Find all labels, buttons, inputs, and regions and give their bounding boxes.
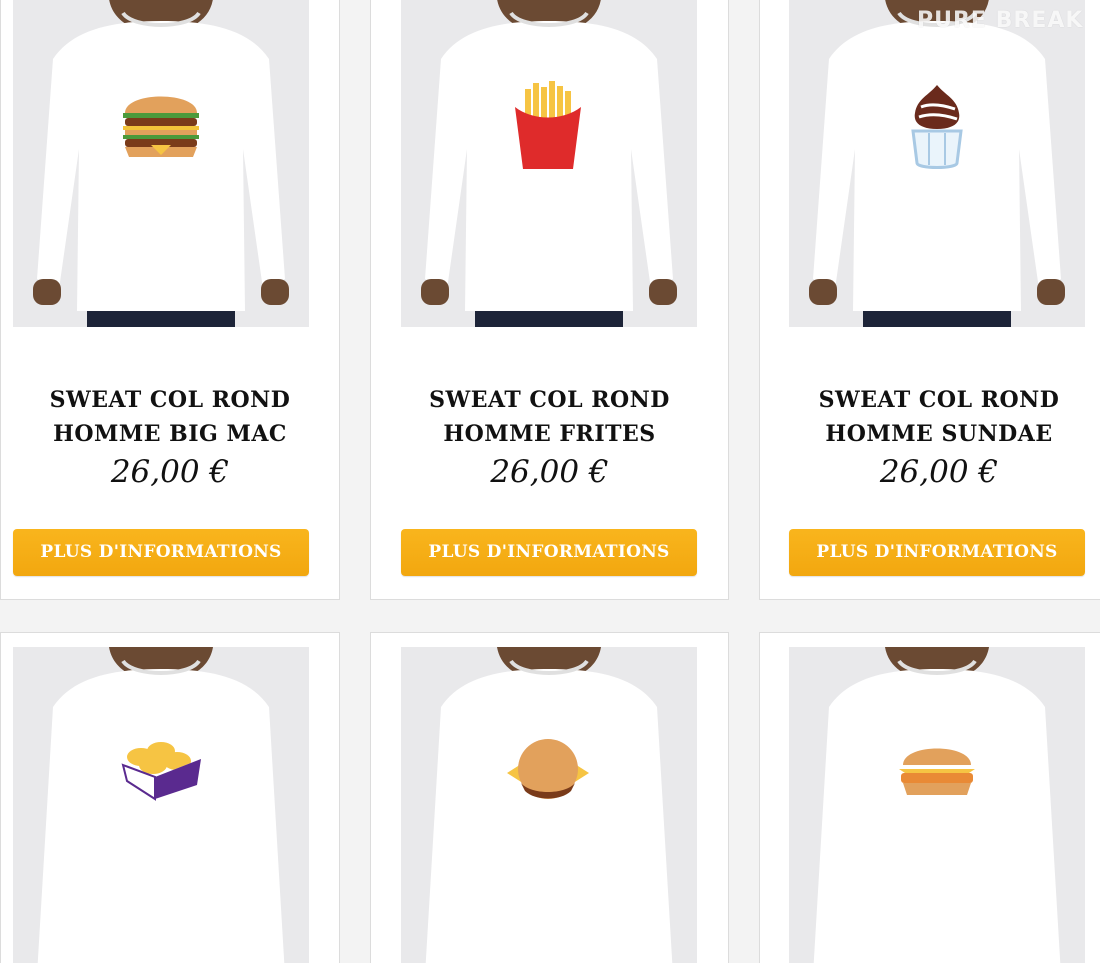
product-title[interactable]: SWEAT COL ROND HOMME SUNDAE [760, 383, 1100, 451]
product-card: SWEAT COL ROND HOMME SUNDAE 26,00 € PLUS… [759, 0, 1100, 600]
product-card [370, 632, 729, 963]
more-info-button[interactable]: PLUS D'INFORMATIONS [13, 529, 309, 576]
product-card [759, 632, 1100, 963]
product-photo[interactable] [789, 647, 1085, 963]
more-info-button[interactable]: PLUS D'INFORMATIONS [789, 529, 1085, 576]
product-photo[interactable] [789, 0, 1085, 327]
product-photo[interactable] [401, 0, 697, 327]
product-title[interactable]: SWEAT COL ROND HOMME BIG MAC [1, 383, 339, 451]
product-card [0, 632, 340, 963]
product-price: 26,00 € [490, 454, 609, 490]
cheeseburger-icon [507, 739, 589, 799]
product-photo[interactable] [401, 647, 697, 963]
fries-icon [515, 81, 581, 169]
product-card: SWEAT COL ROND HOMME FRITES 26,00 € PLUS… [370, 0, 729, 600]
product-price: 26,00 € [110, 454, 230, 490]
sundae-icon [911, 85, 963, 169]
product-photo[interactable] [13, 0, 309, 327]
watermark-logo: PURE BREAK [917, 8, 1084, 33]
nuggets-icon [121, 742, 201, 801]
product-grid: SWEAT COL ROND HOMME BIG MAC 26,00 € PLU… [0, 0, 1100, 963]
more-info-button[interactable]: PLUS D'INFORMATIONS [401, 529, 697, 576]
big-mac-icon [123, 96, 199, 157]
product-card: SWEAT COL ROND HOMME BIG MAC 26,00 € PLU… [0, 0, 340, 600]
product-photo[interactable] [13, 647, 309, 963]
product-price: 26,00 € [879, 454, 999, 490]
filet-o-fish-icon [899, 748, 975, 795]
product-title[interactable]: SWEAT COL ROND HOMME FRITES [371, 383, 728, 451]
